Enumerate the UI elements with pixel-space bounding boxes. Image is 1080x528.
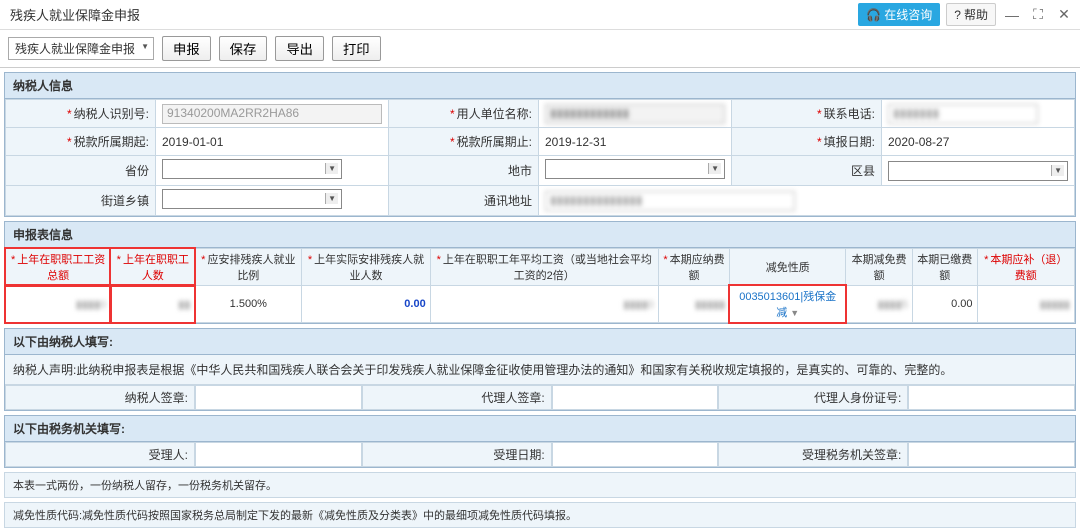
label-approver: 受理人:: [5, 442, 195, 467]
label-city: 地市: [508, 164, 532, 178]
cell-wage-total[interactable]: ▮▮▮▮0: [76, 299, 106, 311]
label-period-to: 税款所属期止:: [450, 135, 532, 149]
col-refund: 本期应补（退）费额: [984, 254, 1067, 282]
period-to-field: 2019-12-31: [545, 135, 606, 149]
approve-date-field[interactable]: [552, 442, 719, 467]
taxpayer-heading: 纳税人信息: [5, 73, 1075, 99]
period-from-field: 2019-01-01: [162, 135, 223, 149]
online-consult-button[interactable]: 🎧 在线咨询: [858, 3, 940, 26]
col-reduce: 本期减免费额: [852, 254, 907, 282]
headset-icon: 🎧: [866, 8, 881, 22]
approver-field[interactable]: [195, 442, 362, 467]
col-paid: 本期已缴费额: [917, 254, 972, 282]
label-phone: 联系电话:: [817, 107, 875, 121]
titlebar: 残疾人就业保障金申报 🎧 在线咨询 ? 帮助 — ⛶ ✕: [0, 0, 1080, 30]
help-button[interactable]: ? 帮助: [946, 3, 996, 26]
label-sign-taxpayer: 纳税人签章:: [5, 385, 195, 410]
label-approve-org-sign: 受理税务机关签章:: [718, 442, 908, 467]
label-province: 省份: [125, 164, 149, 178]
taxpayer-section: 纳税人信息 纳税人识别号: 91340200MA2RR2HA86 用人单位名称:…: [4, 72, 1076, 217]
col-due: 本期应纳费额: [663, 254, 724, 282]
cell-ratio: 1.500%: [230, 298, 267, 310]
cell-refund: ▮▮▮▮▮: [1040, 299, 1070, 311]
label-report-date: 填报日期:: [817, 135, 875, 149]
label-employer: 用人单位名称:: [450, 107, 532, 121]
agent-id-field[interactable]: [908, 385, 1075, 410]
code-note: 减免性质代码:减免性质代码按照国家税务总局制定下发的最新《减免性质及分类表》中的…: [4, 502, 1076, 528]
sign-agent-field[interactable]: [552, 385, 719, 410]
sign-taxpayer-field[interactable]: [195, 385, 362, 410]
fill-taxpayer-section: 以下由纳税人填写: 纳税人声明:此纳税申报表是根据《中华人民共和国残疾人联合会关…: [4, 328, 1076, 411]
col-wage-total: 上年在职职工工资总额: [11, 254, 105, 282]
label-approve-date: 受理日期:: [362, 442, 552, 467]
data-table: 上年在职职工工资总额 上年在职职工人数 应安排残疾人就业比例 上年实际安排残疾人…: [5, 248, 1075, 323]
window-title: 残疾人就业保障金申报: [10, 5, 140, 24]
minimize-icon[interactable]: —: [1002, 5, 1022, 25]
col-emp-count: 上年在职职工人数: [117, 254, 189, 282]
taxpayer-id-field: 91340200MA2RR2HA86: [162, 104, 382, 124]
cell-due: ▮▮▮▮▮: [695, 299, 725, 311]
cell-reduce: ▮▮▮▮5: [878, 299, 908, 311]
declare-button[interactable]: 申报: [162, 36, 211, 61]
declaration-note: 纳税人声明:此纳税申报表是根据《中华人民共和国残疾人联合会关于印发残疾人就业保障…: [5, 355, 1075, 385]
label-sign-agent: 代理人签章:: [362, 385, 552, 410]
cell-emp-count[interactable]: ▮▮: [178, 299, 190, 311]
label-district: 区县: [851, 164, 875, 178]
chevron-down-icon[interactable]: ▼: [790, 308, 799, 318]
col-actual: 上年实际安排残疾人就业人数: [308, 254, 424, 282]
street-select[interactable]: [162, 189, 342, 209]
form-heading: 申报表信息: [5, 222, 1075, 248]
province-select[interactable]: [162, 159, 342, 179]
print-button[interactable]: 打印: [332, 36, 381, 61]
addr-field[interactable]: ▮▮▮▮▮▮▮▮▮▮▮▮▮▮: [545, 191, 795, 211]
label-addr: 通讯地址: [484, 194, 532, 208]
col-avg-wage: 上年在职职工年平均工资（或当地社会平均工资的2倍）: [437, 254, 652, 282]
employer-field: ▮▮▮▮▮▮▮▮▮▮▮▮: [545, 104, 725, 124]
fill-tax-org-section: 以下由税务机关填写: 受理人: 受理日期: 受理税务机关签章:: [4, 415, 1076, 468]
fill-tax-org-heading: 以下由税务机关填写:: [5, 416, 1075, 442]
label-agent-id: 代理人身份证号:: [718, 385, 908, 410]
tab-select[interactable]: 残疾人就业保障金申报: [8, 37, 154, 60]
cell-actual[interactable]: 0.00: [404, 298, 425, 310]
col-ratio: 应安排残疾人就业比例: [201, 254, 295, 282]
save-button[interactable]: 保存: [219, 36, 268, 61]
toolbar: 残疾人就业保障金申报 申报 保存 导出 打印: [0, 30, 1080, 68]
question-icon: ?: [954, 8, 961, 22]
label-street: 街道乡镇: [101, 194, 149, 208]
approve-org-sign-field[interactable]: [908, 442, 1075, 467]
fill-taxpayer-heading: 以下由纳税人填写:: [5, 329, 1075, 355]
maximize-icon[interactable]: ⛶: [1028, 5, 1048, 25]
table-row: ▮▮▮▮0 ▮▮ 1.500% 0.00 ▮▮▮▮0 ▮▮▮▮▮ 0035013…: [6, 286, 1075, 323]
city-select[interactable]: [545, 159, 725, 179]
phone-field[interactable]: ▮▮▮▮▮▮▮: [888, 104, 1038, 124]
report-date-field: 2020-08-27: [888, 135, 949, 149]
cell-paid: 0.00: [951, 298, 972, 310]
copies-note: 本表一式两份，一份纳税人留存，一份税务机关留存。: [4, 472, 1076, 498]
label-taxpayer-id: 纳税人识别号:: [67, 107, 149, 121]
cell-exempt-type[interactable]: 0035013601|残保金减: [739, 291, 836, 319]
form-section: 申报表信息 上年在职职工工资总额 上年在职职工人数 应安排残疾人就业比例 上年实…: [4, 221, 1076, 324]
label-period-from: 税款所属期起:: [67, 135, 149, 149]
cell-avg-wage: ▮▮▮▮0: [623, 299, 653, 311]
export-button[interactable]: 导出: [275, 36, 324, 61]
col-exempt-type: 减免性质: [766, 262, 810, 274]
district-select[interactable]: [888, 161, 1068, 181]
close-icon[interactable]: ✕: [1054, 5, 1074, 25]
